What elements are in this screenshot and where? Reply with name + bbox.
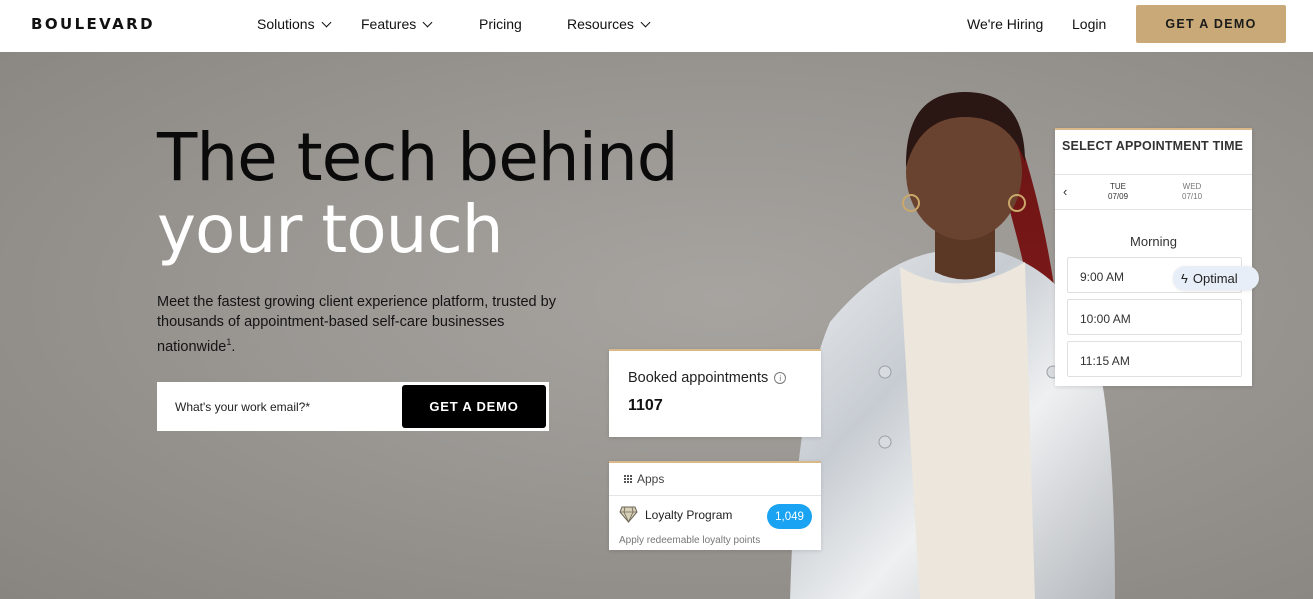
nav-resources[interactable]: Resources (567, 16, 651, 32)
get-demo-button[interactable]: GET A DEMO (1136, 5, 1286, 43)
loyalty-program-subtitle: Apply redeemable loyalty points (619, 535, 761, 546)
email-get-demo-button[interactable]: GET A DEMO (402, 385, 546, 428)
hero-subtext-body: Meet the fastest growing client experien… (157, 294, 556, 355)
info-icon[interactable]: i (774, 372, 787, 384)
chevron-left-icon[interactable]: ‹ (1063, 184, 1067, 199)
grid-icon (624, 475, 632, 483)
chevron-down-icon (640, 17, 651, 27)
time-slot-1115[interactable]: 11:15 AM (1067, 341, 1242, 377)
day-selector: ‹ TUE 07/09 WED 07/10 (1055, 174, 1252, 210)
appointment-time-card: SELECT APPOINTMENT TIME ‹ TUE 07/09 WED … (1055, 128, 1259, 386)
optimal-label: Optimal (1192, 270, 1238, 286)
booked-count: 1107 (628, 397, 663, 414)
loyalty-program-label: Loyalty Program (645, 507, 733, 522)
footnote-marker[interactable]: 1 (226, 337, 231, 347)
day-tue-date: 07/09 (1108, 192, 1129, 201)
time-slot-1000[interactable]: 10:00 AM (1067, 299, 1242, 335)
headline-line-2: your touch (157, 191, 504, 268)
day-wed-date: 07/10 (1182, 192, 1203, 201)
day-wed-dow: WED (1182, 182, 1202, 191)
hero-section: The tech behind your touch Meet the fast… (0, 52, 1313, 599)
appointment-card-title: SELECT APPOINTMENT TIME (1062, 139, 1244, 153)
nav-hiring[interactable]: We're Hiring (967, 16, 1043, 32)
booked-title: Booked appointments i (628, 370, 787, 386)
logo[interactable]: BOULEVARD (31, 15, 155, 33)
nav-solutions-label: Solutions (257, 16, 315, 32)
apps-card: Apps Loyalty Program 1,049 Apply redeema… (609, 461, 821, 550)
lightning-icon: ϟ (1181, 270, 1188, 286)
chevron-down-icon (422, 17, 433, 27)
nav-resources-label: Resources (567, 16, 634, 32)
booked-appointments-card: Booked appointments i 1107 (609, 349, 821, 437)
top-nav: BOULEVARD Solutions Features Pricing Res… (0, 0, 1313, 52)
optimal-badge: ϟ Optimal (1173, 266, 1259, 290)
booked-title-label: Booked appointments (628, 370, 769, 386)
email-form: GET A DEMO (157, 382, 549, 431)
hero-subtext: Meet the fastest growing client experien… (157, 294, 556, 355)
nav-pricing[interactable]: Pricing (479, 16, 522, 32)
hero-headline: The tech behind your touch (157, 119, 679, 268)
loyalty-count-badge: 1,049 (767, 504, 812, 529)
chevron-down-icon (321, 17, 332, 27)
diamond-icon (619, 506, 638, 523)
nav-features[interactable]: Features (361, 16, 433, 32)
nav-login[interactable]: Login (1072, 16, 1106, 32)
morning-section-label: Morning (1130, 234, 1177, 249)
apps-header-label: Apps (637, 472, 665, 486)
loyalty-program-row[interactable]: Loyalty Program (619, 506, 732, 523)
day-tue[interactable]: TUE 07/09 (1108, 182, 1128, 202)
work-email-input[interactable] (157, 382, 397, 431)
day-wed[interactable]: WED 07/10 (1182, 182, 1202, 202)
nav-features-label: Features (361, 16, 417, 32)
headline-line-1: The tech behind (157, 119, 679, 196)
day-tue-dow: TUE (1110, 182, 1127, 191)
apps-header: Apps (609, 463, 821, 496)
nav-solutions[interactable]: Solutions (257, 16, 332, 32)
